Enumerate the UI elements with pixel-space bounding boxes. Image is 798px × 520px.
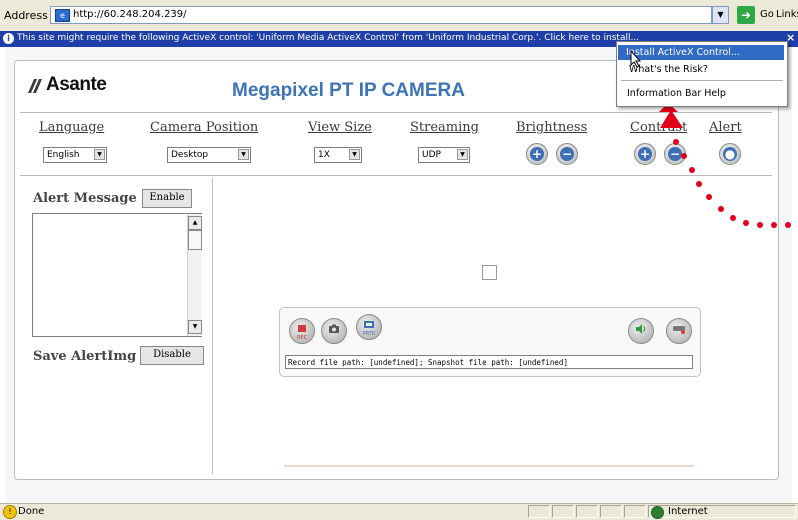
speaker-icon [636,324,646,334]
view-size-label: View Size [308,120,372,135]
scroll-up-icon[interactable]: ▲ [188,216,202,230]
print-button-label: PRTK [362,331,376,337]
contrast-increase-button[interactable]: + [634,143,656,165]
address-dropdown-icon[interactable]: ▼ [712,6,729,24]
streaming-select[interactable]: UDP ▼ [418,147,470,163]
scroll-down-icon[interactable]: ▼ [188,320,202,334]
globe-icon [651,506,664,519]
streaming-label: Streaming [410,120,479,135]
address-label: Address [4,9,48,22]
menu-item-information-bar-help[interactable]: Information Bar Help [627,88,726,99]
alert-button[interactable]: ● [719,143,741,165]
streaming-select-value: UDP [422,150,441,160]
view-size-select[interactable]: 1X ▼ [314,147,362,163]
plus-icon: + [530,147,544,161]
asante-logo: Asante [46,74,107,95]
print-icon [364,321,374,328]
address-input[interactable]: e http://60.248.204.239/ [50,6,712,24]
status-segment [600,505,622,518]
status-text: Done [18,506,45,517]
minus-icon: − [668,147,682,161]
chevron-down-icon: ▼ [238,149,249,160]
information-bar-message[interactable]: This site might require the following Ac… [17,33,639,43]
chevron-down-icon: ▼ [457,149,468,160]
page-title: Megapixel PT IP CAMERA [232,80,465,101]
menu-separator [621,80,783,81]
contrast-decrease-button[interactable]: − [664,143,686,165]
record-button-label: REC [296,335,308,341]
chevron-down-icon: ▼ [349,149,360,160]
mouse-cursor-icon [630,50,642,68]
scroll-thumb[interactable] [188,230,202,250]
brightness-label: Brightness [516,120,588,135]
talk-button[interactable] [666,318,692,344]
camera-position-select[interactable]: Desktop ▼ [167,147,251,163]
shield-info-icon: i [3,33,14,44]
save-alertimg-label: Save AlertImg [33,349,137,364]
brightness-decrease-button[interactable]: − [556,143,578,165]
record-button[interactable]: REC [289,318,315,344]
audio-button[interactable] [628,318,654,344]
plus-icon: + [638,147,652,161]
status-bar: ! Done Internet [0,503,798,520]
go-button[interactable]: Go [760,9,774,20]
print-button[interactable]: PRTK [356,314,382,340]
status-segment [552,505,574,518]
language-select-value: English [47,150,80,160]
address-bar: Address e http://60.248.204.239/ ▼ ➜ Go … [0,0,798,32]
page-icon: e [55,9,70,22]
language-select[interactable]: English ▼ [43,147,107,163]
language-label: Language [39,120,105,135]
video-placeholder-box [482,265,497,280]
camera-position-label: Camera Position [150,120,259,135]
minus-icon: − [560,147,574,161]
alert-label: Alert [709,120,742,135]
disable-button[interactable]: Disable [140,346,204,365]
warning-icon: ! [3,505,17,519]
address-url: http://60.248.204.239/ [73,9,187,20]
asante-logo-icon [28,79,42,93]
status-segment [528,505,550,518]
camera-icon [329,324,339,333]
security-zone-label: Internet [668,506,708,517]
file-path-field: Record file path: [undefined]; Snapshot … [285,355,693,369]
alert-bell-icon: ● [723,147,737,161]
enable-button[interactable]: Enable [142,189,192,208]
menu-item-install-activex[interactable]: Install ActiveX Control... [618,45,784,60]
go-arrow-icon[interactable]: ➜ [737,6,755,24]
status-segment [624,505,646,518]
brightness-increase-button[interactable]: + [526,143,548,165]
links-button[interactable]: Links [776,9,798,20]
record-icon [298,325,306,332]
talk-icon [673,326,685,334]
snapshot-button[interactable] [321,318,347,344]
view-size-select-value: 1X [318,150,330,160]
contrast-label: Contrast [630,120,688,135]
camera-position-select-value: Desktop [171,150,209,160]
alert-message-textarea[interactable]: ▲ ▼ [32,213,202,337]
alert-message-label: Alert Message [33,191,137,206]
scrollbar[interactable]: ▲ ▼ [187,214,202,336]
video-bottom-edge [284,465,694,467]
chevron-down-icon: ▼ [94,149,105,160]
status-segment [576,505,598,518]
